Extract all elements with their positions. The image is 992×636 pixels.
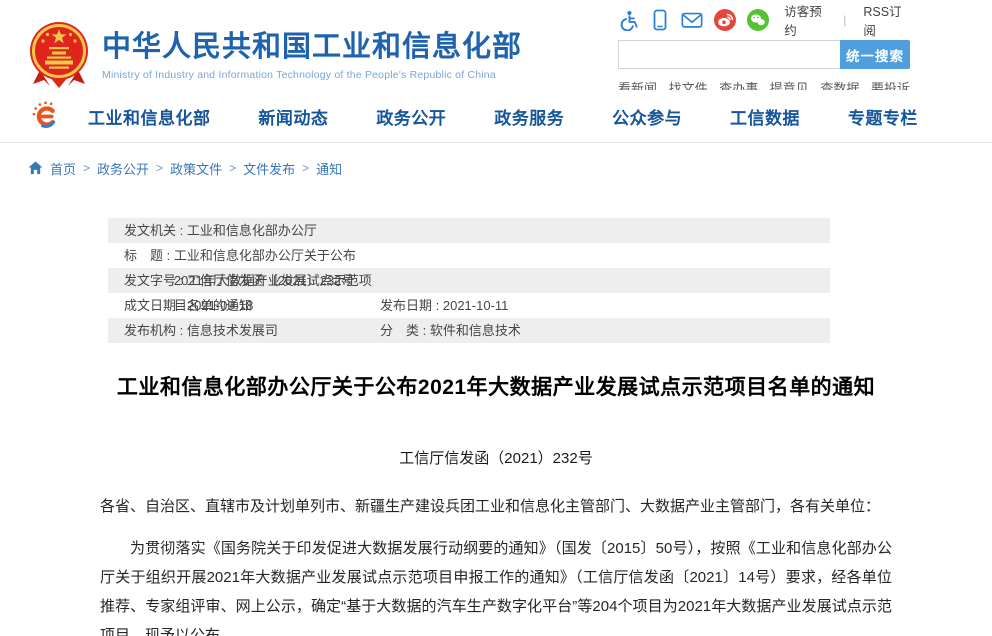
rss-subscribe-link[interactable]: RSS订阅 xyxy=(863,1,910,39)
document-meta-table: 发文机关 工业和信息化部办公厅 标 题 工业和信息化部办公厅关于公布2021年大… xyxy=(108,218,830,343)
meta-value: 信息技术发展司 xyxy=(187,318,278,343)
breadcrumb-notice[interactable]: 通知 xyxy=(316,159,342,178)
meta-row-doc-number: 发文字号 工信厅信发函〔2021〕232号 xyxy=(108,268,830,293)
search-bar: 统一搜索 xyxy=(618,40,910,69)
meta-row-dates: 成文日期 2021-09-18 发布日期 2021-10-11 xyxy=(108,293,830,318)
main-nav: 工业和信息化部 新闻动态 政务公开 政务服务 公众参与 工信数据 专题专栏 xyxy=(0,90,992,143)
header-utilities: 访客预约 | RSS订阅 统一搜索 看新闻 找文件 查办事 提意见 查数据 要投… xyxy=(618,8,910,97)
meta-row-publisher-category: 发布机构 信息技术发展司 分 类 软件和信息技术 xyxy=(108,318,830,343)
nav-items: 工业和信息化部 新闻动态 政务公开 政务服务 公众参与 工信数据 专题专栏 xyxy=(88,90,918,142)
meta-row-issuing-authority: 发文机关 工业和信息化部办公厅 xyxy=(108,218,830,243)
article-salutation: 各省、自治区、直辖市及计划单列市、新疆生产建设兵团工业和信息化主管部门、大数据产… xyxy=(100,492,892,521)
site-name-english: Ministry of Industry and Information Tec… xyxy=(102,69,522,81)
home-icon[interactable] xyxy=(28,161,43,175)
miit-swirl-icon xyxy=(30,100,62,137)
article-title: 工业和信息化部办公厅关于公布2021年大数据产业发展试点示范项目名单的通知 xyxy=(0,371,992,401)
nav-item-special-topics[interactable]: 专题专栏 xyxy=(848,104,918,129)
page: 中华人民共和国工业和信息化部 Ministry of Industry and … xyxy=(0,0,992,636)
breadcrumb-policy-documents[interactable]: 政策文件 xyxy=(170,159,222,178)
breadcrumb-home[interactable]: 首页 xyxy=(50,159,76,178)
nav-item-public-participation[interactable]: 公众参与 xyxy=(612,104,682,129)
meta-value: 软件和信息技术 xyxy=(430,318,521,343)
meta-label: 发布日期 xyxy=(380,293,443,318)
meta-label: 发布机构 xyxy=(124,318,187,343)
meta-row-title: 标 题 工业和信息化部办公厅关于公布2021年大数据产业发展试点示范项目名单的通… xyxy=(108,243,830,268)
nav-item-gov-disclosure[interactable]: 政务公开 xyxy=(376,104,446,129)
meta-label: 发文字号 xyxy=(124,268,187,293)
mobile-icon[interactable] xyxy=(650,9,670,31)
meta-value: 工业和信息化部办公厅关于公布2021年大数据产业发展试点示范项目名单的通知 xyxy=(174,243,380,268)
meta-value: 2021-10-11 xyxy=(443,293,509,318)
nav-item-news[interactable]: 新闻动态 xyxy=(258,104,328,129)
wechat-icon[interactable] xyxy=(747,9,769,31)
breadcrumb-document-release[interactable]: 文件发布 xyxy=(243,159,295,178)
search-input[interactable] xyxy=(618,40,840,69)
article-doc-number: 工信厅信发函（2021）232号 xyxy=(0,447,992,468)
mail-icon[interactable] xyxy=(681,9,703,31)
meta-label: 标 题 xyxy=(124,243,174,268)
site-name: 中华人民共和国工业和信息化部 xyxy=(102,32,522,64)
meta-label: 发文机关 xyxy=(124,218,187,243)
utility-row: 访客预约 | RSS订阅 xyxy=(618,8,910,32)
nav-item-gov-services[interactable]: 政务服务 xyxy=(494,104,564,129)
accessibility-icon[interactable] xyxy=(618,9,639,31)
breadcrumb-separator: > xyxy=(83,161,90,175)
national-emblem-icon xyxy=(28,20,90,93)
visitor-appointment-link[interactable]: 访客预约 xyxy=(784,1,830,39)
meta-value: 工业和信息化部办公厅 xyxy=(187,218,317,243)
meta-label: 成文日期 xyxy=(124,293,187,318)
breadcrumb-gov-disclosure[interactable]: 政务公开 xyxy=(97,159,149,178)
site-header: 中华人民共和国工业和信息化部 Ministry of Industry and … xyxy=(0,0,992,90)
meta-value: 工信厅信发函〔2021〕232号 xyxy=(187,268,355,293)
meta-value: 2021-09-18 xyxy=(187,293,254,318)
meta-label: 分 类 xyxy=(380,318,430,343)
nav-item-miit[interactable]: 工业和信息化部 xyxy=(88,104,211,129)
weibo-icon[interactable] xyxy=(714,9,736,31)
utility-divider: | xyxy=(843,13,846,27)
search-button[interactable]: 统一搜索 xyxy=(840,40,910,69)
breadcrumb-separator: > xyxy=(302,161,309,175)
nav-item-miit-data[interactable]: 工信数据 xyxy=(730,104,800,129)
breadcrumb: 首页 > 政务公开 > 政策文件 > 文件发布 > 通知 xyxy=(0,158,992,178)
site-logo-link[interactable]: 中华人民共和国工业和信息化部 Ministry of Industry and … xyxy=(28,20,522,93)
breadcrumb-separator: > xyxy=(229,161,236,175)
breadcrumb-separator: > xyxy=(156,161,163,175)
article-body: 各省、自治区、直辖市及计划单列市、新疆生产建设兵团工业和信息化主管部门、大数据产… xyxy=(100,492,892,636)
article-paragraph: 为贯彻落实《国务院关于印发促进大数据发展行动纲要的通知》（国发〔2015〕50号… xyxy=(100,534,892,636)
